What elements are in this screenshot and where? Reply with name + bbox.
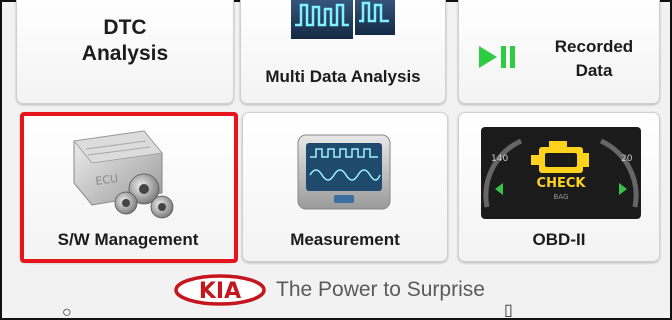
- gauge-right-text: 20: [621, 154, 633, 164]
- dtc-analysis-tile[interactable]: DTC Analysis: [16, 0, 234, 104]
- brand-footer: KIA The Power to Surprise: [174, 272, 514, 306]
- obd-ii-tile[interactable]: 140 20 CHECK BAG OBD-II: [458, 112, 660, 262]
- measurement-label: Measurement: [290, 230, 400, 249]
- multi-data-analysis-label: Multi Data Analysis: [265, 67, 421, 86]
- dtc-label-line1: DTC: [103, 16, 147, 39]
- play-pause-icon: [479, 46, 515, 68]
- circle-icon: ○: [62, 304, 72, 320]
- oscilloscope-icon: [297, 134, 391, 210]
- recorded-data-tile[interactable]: Recorded Data: [458, 0, 660, 104]
- app-screen: DTC Analysis Multi Data Analysis Recorde…: [0, 0, 672, 320]
- measurement-tile[interactable]: Measurement: [242, 112, 448, 262]
- recorded-label-line2: Data: [575, 61, 613, 80]
- waveform-icon: [291, 0, 395, 39]
- brand-tagline: The Power to Surprise: [276, 278, 485, 301]
- check-text: CHECK: [537, 176, 587, 191]
- dtc-label-line2: Analysis: [81, 42, 169, 65]
- gauge-left-text: 140: [491, 154, 508, 164]
- kia-logo: KIA: [174, 274, 266, 306]
- kia-logo-text: KIA: [199, 279, 241, 304]
- recorded-data-label: Recorded Data: [539, 35, 649, 83]
- sw-management-label: S/W Management: [57, 230, 199, 249]
- recorded-label-line1: Recorded: [554, 37, 634, 56]
- obd-ii-label: OBD-II: [532, 230, 586, 249]
- book-icon: ▯: [504, 302, 513, 319]
- multi-data-analysis-tile[interactable]: Multi Data Analysis: [240, 0, 446, 104]
- dtc-analysis-label: DTC Analysis: [17, 15, 233, 67]
- check-engine-icon: 140 20 CHECK BAG: [481, 127, 641, 219]
- sw-management-tile[interactable]: ECU S/W Management: [20, 112, 236, 262]
- ecu-gears-icon: ECU: [73, 130, 174, 219]
- bag-text: BAG: [554, 193, 569, 201]
